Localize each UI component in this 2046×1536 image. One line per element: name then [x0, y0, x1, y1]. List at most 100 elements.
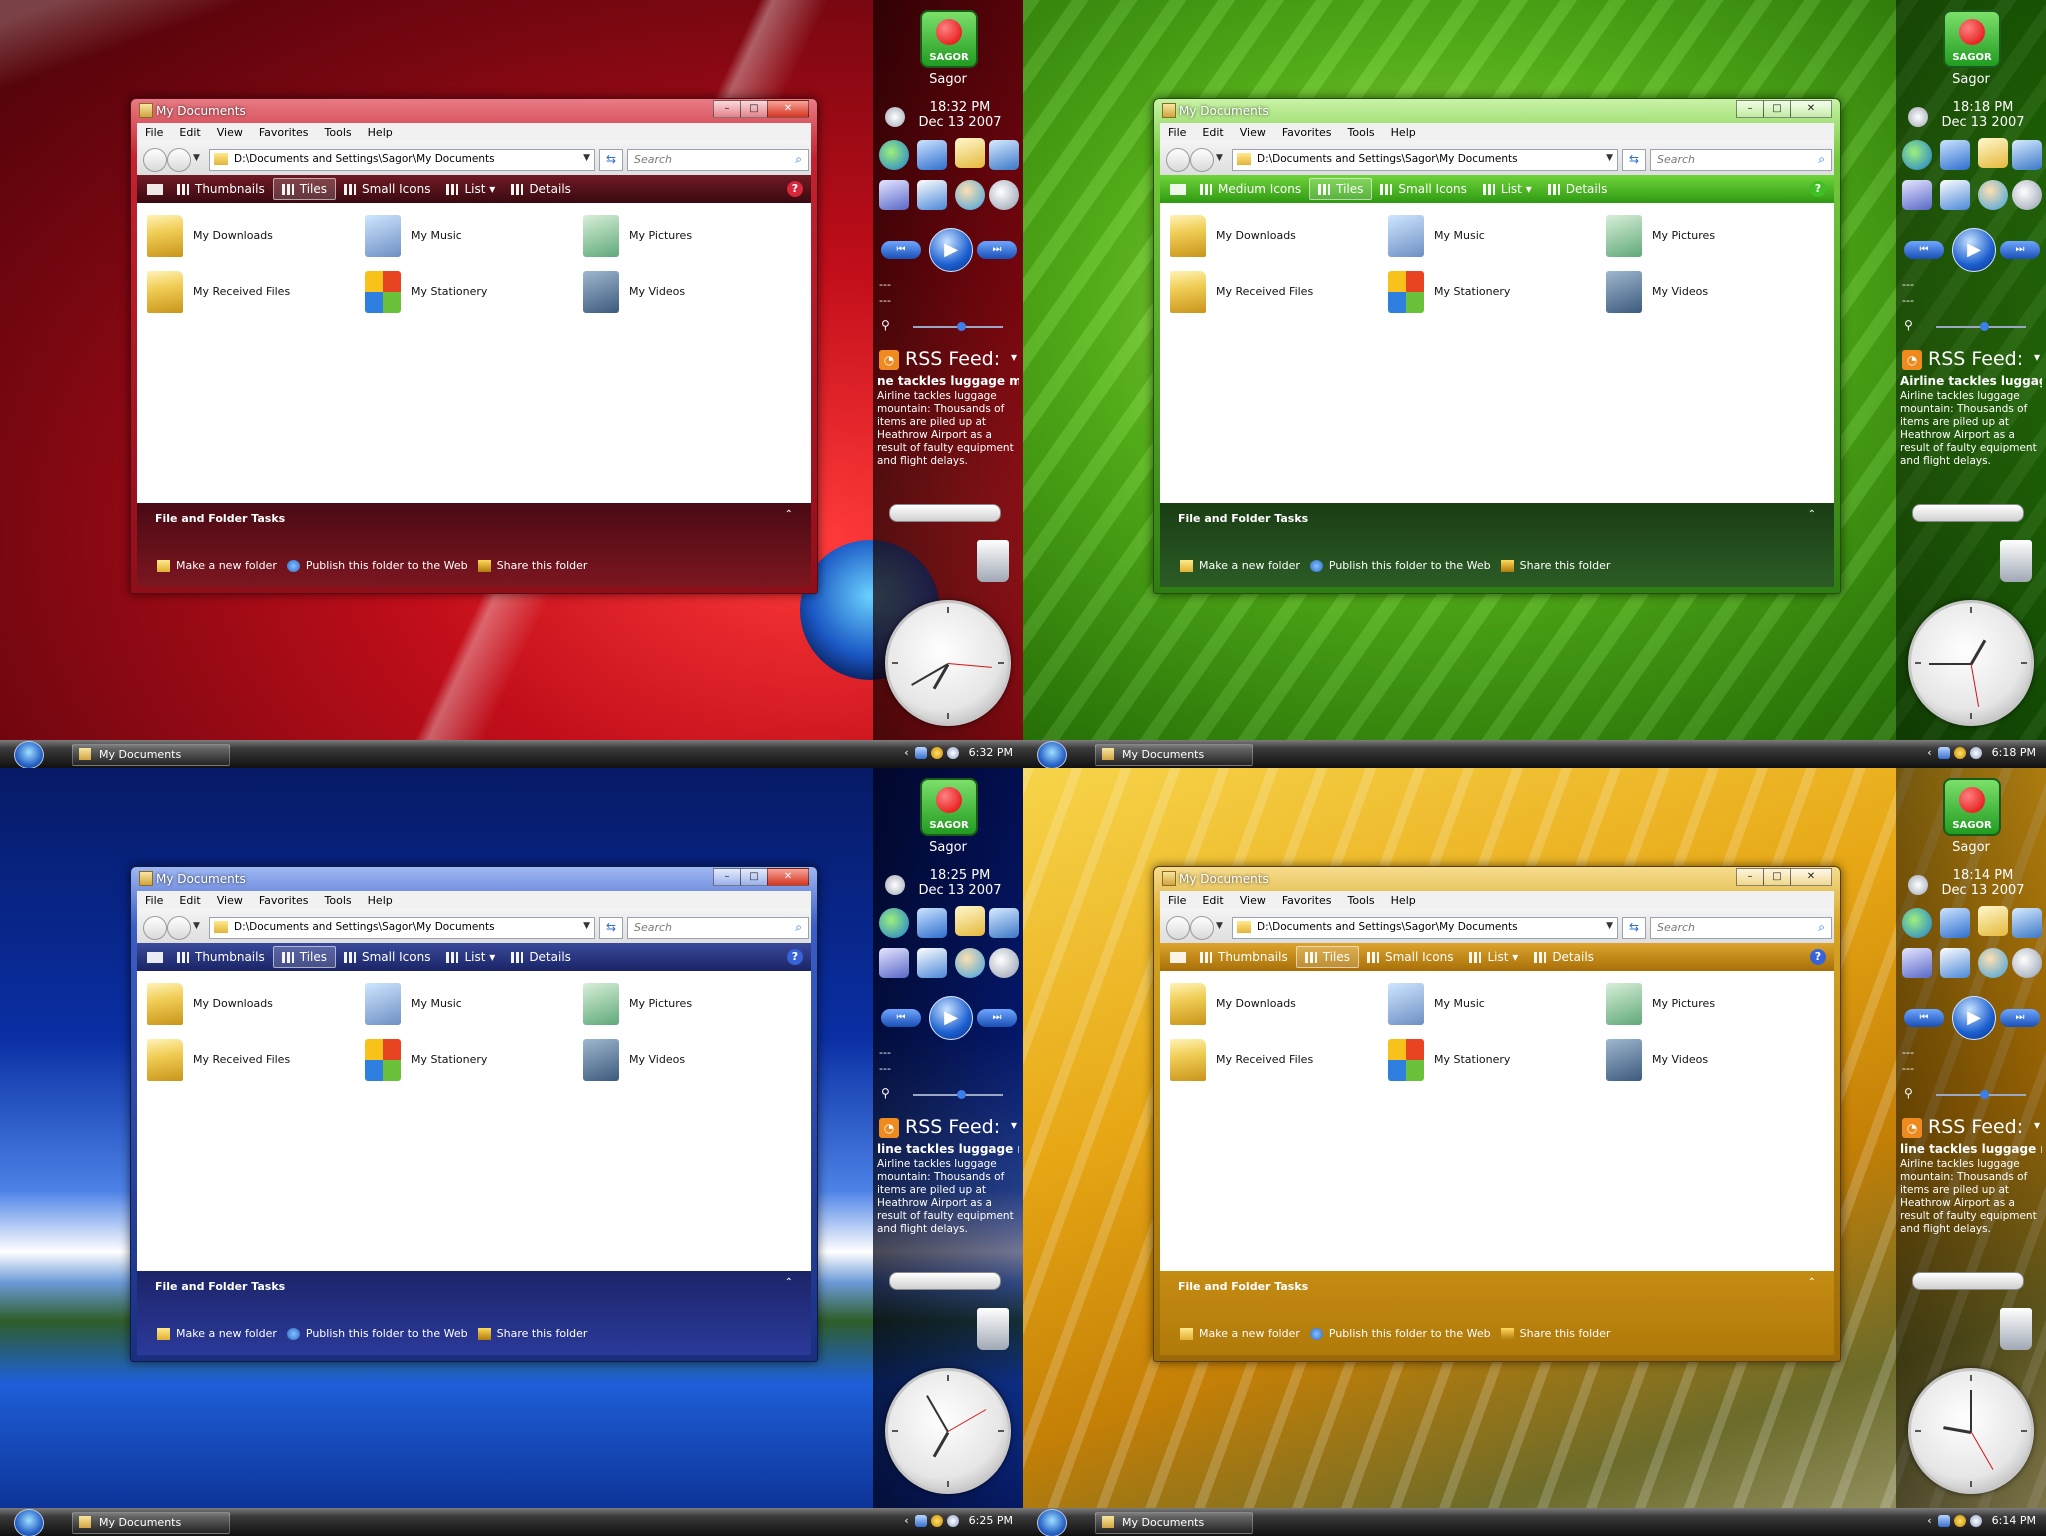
taskbar-window-button[interactable]: My Documents	[72, 744, 230, 766]
internet-globe-icon[interactable]	[1902, 140, 1932, 170]
new-folder-link[interactable]: Make a new folder	[157, 1327, 277, 1340]
internet-globe-icon[interactable]	[879, 908, 909, 938]
list-item[interactable]: My Music	[1384, 211, 1594, 259]
slider-knob[interactable]	[1980, 322, 1989, 331]
menu-help[interactable]: Help	[360, 126, 401, 139]
network-tray-icon[interactable]	[914, 1514, 927, 1527]
menu-file[interactable]: File	[1160, 894, 1194, 907]
publish-folder-link[interactable]: Publish this folder to the Web	[286, 559, 468, 572]
view-tiles-button[interactable]: Tiles	[1309, 178, 1373, 200]
search-input[interactable]: Search ⌕	[1650, 149, 1832, 171]
volume-tray-icon[interactable]	[1969, 1514, 1982, 1527]
menu-favorites[interactable]: Favorites	[251, 894, 317, 907]
menu-view[interactable]: View	[209, 894, 251, 907]
back-button[interactable]	[1166, 916, 1190, 940]
start-button[interactable]	[14, 1509, 44, 1536]
rss-headline[interactable]: line tackles luggage m	[877, 1142, 1019, 1156]
list-item[interactable]: My Videos	[579, 267, 789, 315]
list-item[interactable]: My Stationery	[361, 267, 571, 315]
notepad-icon[interactable]	[879, 948, 909, 978]
back-button[interactable]	[143, 916, 167, 940]
search-icon[interactable]	[2012, 180, 2042, 210]
explorer-window[interactable]: My Documents – □ ✕ File Edit View Favori…	[130, 98, 818, 594]
back-button[interactable]	[143, 148, 167, 172]
view-small-icons-button[interactable]: Small Icons	[336, 179, 438, 199]
refresh-button[interactable]: ⇆	[599, 917, 623, 939]
my-computer-icon[interactable]	[917, 140, 947, 170]
maximize-button[interactable]: □	[740, 100, 768, 118]
search-input[interactable]: Search ⌕	[1650, 917, 1832, 939]
network-icon[interactable]	[2012, 140, 2042, 170]
explorer-window[interactable]: My Documents – □ ✕ File Edit View Favori…	[1153, 866, 1841, 1362]
users-icon[interactable]	[955, 180, 985, 210]
view-first-button[interactable]: Thumbnails	[1192, 947, 1296, 967]
menu-edit[interactable]: Edit	[1194, 894, 1231, 907]
volume-slider[interactable]	[1936, 1090, 2026, 1099]
list-item[interactable]: My Received Files	[143, 1035, 353, 1083]
minimize-button[interactable]: –	[713, 100, 741, 118]
share-folder-link[interactable]: Share this folder	[1500, 1327, 1610, 1340]
views-icon[interactable]	[1170, 951, 1186, 963]
forward-button[interactable]	[167, 916, 191, 940]
view-first-button[interactable]: Thumbnails	[169, 947, 273, 967]
recent-pages-dropdown-icon[interactable]: ▼	[1216, 921, 1223, 931]
rss-menu-icon[interactable]: ▾	[2034, 350, 2040, 364]
security-tray-icon[interactable]	[1953, 1514, 1966, 1527]
network-icon[interactable]	[2012, 908, 2042, 938]
list-item[interactable]: My Stationery	[1384, 1035, 1594, 1083]
collapse-chevron-icon[interactable]: ⌃	[785, 509, 793, 520]
collapse-chevron-icon[interactable]: ⌃	[785, 1277, 793, 1288]
next-track-button[interactable]: ⏭	[2000, 241, 2040, 259]
list-item[interactable]: My Downloads	[143, 979, 353, 1027]
views-icon[interactable]	[147, 951, 163, 963]
menu-tools[interactable]: Tools	[1340, 126, 1383, 139]
sagor-logo-icon[interactable]: SAGOR	[1943, 10, 2001, 68]
collapse-chevron-icon[interactable]: ⌃	[1808, 1277, 1816, 1288]
search-icon[interactable]	[2012, 948, 2042, 978]
menu-tools[interactable]: Tools	[1340, 894, 1383, 907]
search-icon[interactable]: ⌕	[1818, 920, 1825, 935]
play-button[interactable]: ▶	[929, 996, 973, 1040]
view-list-button[interactable]: List ▾	[438, 947, 503, 967]
security-tray-icon[interactable]	[930, 746, 943, 759]
help-icon[interactable]: ?	[1810, 949, 1826, 965]
menu-file[interactable]: File	[1160, 126, 1194, 139]
explorer-window[interactable]: My Documents – □ ✕ File Edit View Favori…	[130, 866, 818, 1362]
users-icon[interactable]	[955, 948, 985, 978]
menu-file[interactable]: File	[137, 894, 171, 907]
menu-view[interactable]: View	[1232, 894, 1274, 907]
view-details-button[interactable]: Details	[503, 179, 579, 199]
refresh-button[interactable]: ⇆	[1622, 149, 1646, 171]
search-icon[interactable]	[989, 948, 1019, 978]
taskbar-clock[interactable]: 6:32 PM	[969, 746, 1013, 759]
search-pill[interactable]	[1912, 504, 2024, 522]
menu-favorites[interactable]: Favorites	[1274, 894, 1340, 907]
menu-edit[interactable]: Edit	[171, 126, 208, 139]
search-icon[interactable]: ⌕	[795, 920, 802, 935]
address-bar[interactable]: D:\Documents and Settings\Sagor\My Docum…	[1232, 917, 1618, 939]
previous-track-button[interactable]: ⏮	[881, 1009, 921, 1027]
title-bar[interactable]: My Documents – □ ✕	[1154, 867, 1840, 889]
list-item[interactable]: My Videos	[1602, 267, 1812, 315]
menu-help[interactable]: Help	[360, 894, 401, 907]
close-button[interactable]: ✕	[1790, 100, 1832, 118]
recycle-bin-icon[interactable]	[977, 1308, 1009, 1350]
internet-globe-icon[interactable]	[879, 140, 909, 170]
menu-edit[interactable]: Edit	[1194, 126, 1231, 139]
slider-knob[interactable]	[1980, 1090, 1989, 1099]
users-icon[interactable]	[1978, 948, 2008, 978]
list-item[interactable]: My Music	[361, 979, 571, 1027]
taskbar-clock[interactable]: 6:18 PM	[1992, 746, 2036, 759]
title-bar[interactable]: My Documents – □ ✕	[131, 99, 817, 121]
title-bar[interactable]: My Documents – □ ✕	[1154, 99, 1840, 121]
recycle-bin-icon[interactable]	[2000, 1308, 2032, 1350]
control-panel-icon[interactable]	[1940, 180, 1970, 210]
view-small-icons-button[interactable]: Small Icons	[336, 947, 438, 967]
volume-tray-icon[interactable]	[946, 1514, 959, 1527]
list-item[interactable]: My Received Files	[1166, 267, 1376, 315]
title-bar[interactable]: My Documents – □ ✕	[131, 867, 817, 889]
search-icon[interactable]: ⌕	[1818, 152, 1825, 167]
new-folder-link[interactable]: Make a new folder	[157, 559, 277, 572]
address-bar[interactable]: D:\Documents and Settings\Sagor\My Docum…	[209, 917, 595, 939]
taskbar-clock[interactable]: 6:25 PM	[969, 1514, 1013, 1527]
